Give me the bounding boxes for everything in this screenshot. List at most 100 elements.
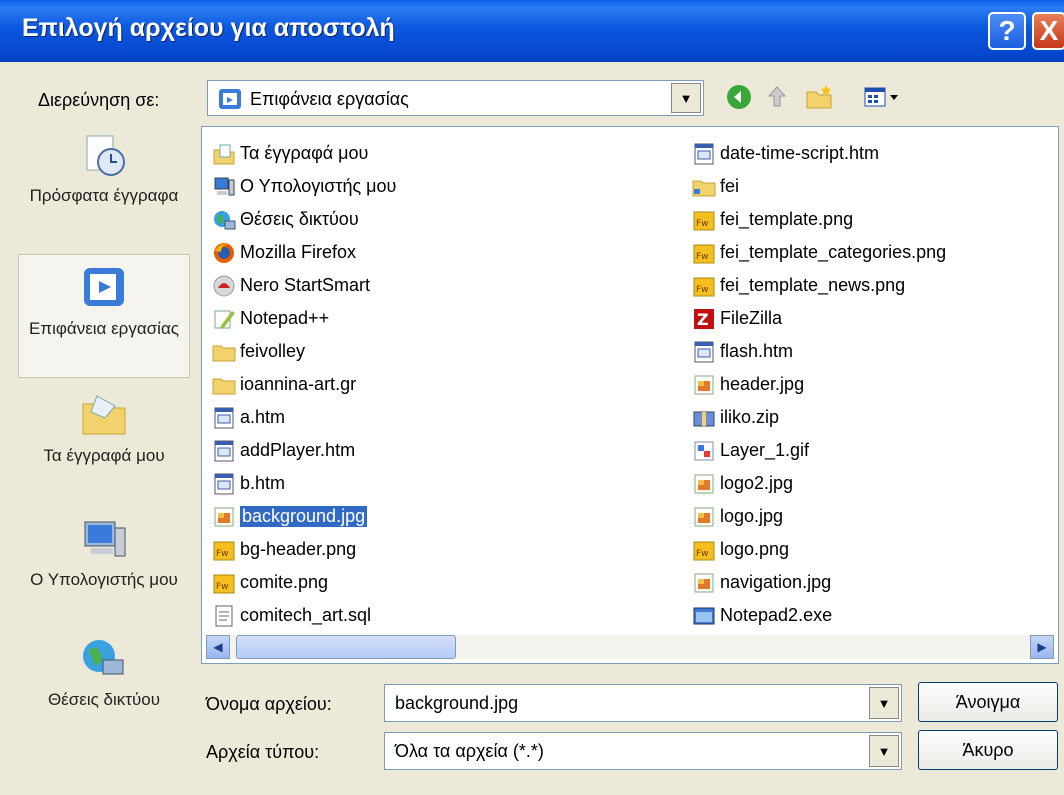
file-item[interactable]: b.htm	[212, 467, 396, 500]
file-name: Nero StartSmart	[240, 275, 371, 295]
file-item[interactable]: navigation.jpg	[692, 566, 946, 599]
file-item[interactable]: flash.htm	[692, 335, 946, 368]
file-item[interactable]: iliko.zip	[692, 401, 946, 434]
firefox-icon	[214, 242, 234, 263]
file-name: comite.png	[240, 572, 329, 592]
lookin-label: Διερεύνηση σε:	[38, 90, 160, 110]
close-button[interactable]: X	[1032, 12, 1064, 50]
file-name: Τα έγγραφά μου	[240, 143, 369, 163]
file-item[interactable]: Fw fei_template.png	[692, 203, 946, 236]
file-item[interactable]: Nero StartSmart	[212, 269, 396, 302]
computer-icon	[84, 521, 126, 557]
jpg-icon	[694, 375, 714, 394]
place-label: Θέσεις δικτύου	[47, 690, 161, 709]
png-icon: Fw	[693, 541, 715, 560]
svg-text:Fw: Fw	[696, 549, 709, 559]
place-label: Τα έγγραφά μου	[43, 446, 165, 465]
new-folder-icon[interactable]	[804, 82, 834, 112]
png-icon: Fw	[693, 211, 715, 230]
sql-icon	[215, 605, 233, 626]
svg-text:Fw: Fw	[696, 285, 709, 295]
places-bar: Πρόσφατα έγγραφα Επιφάνεια εργασίας Τα έ…	[18, 126, 190, 709]
file-item[interactable]: Z FileZilla	[692, 302, 946, 335]
file-item[interactable]: logo.jpg	[692, 500, 946, 533]
file-item[interactable]: fei	[692, 170, 946, 203]
place-my-computer[interactable]: Ο Υπολογιστής μου	[18, 514, 190, 592]
file-column-right: date-time-script.htm fei Fw fei_template.pn…	[692, 137, 946, 632]
place-network[interactable]: Θέσεις δικτύου	[18, 634, 190, 712]
file-item[interactable]: Fw fei_template_categories.png	[692, 236, 946, 269]
file-item[interactable]: Notepad++	[212, 302, 396, 335]
place-my-documents[interactable]: Τα έγγραφά μου	[18, 390, 190, 468]
file-item[interactable]: Fw logo.png	[692, 533, 946, 566]
place-desktop[interactable]: Επιφάνεια εργασίας	[18, 254, 190, 378]
up-folder-icon[interactable]	[762, 82, 792, 112]
file-item[interactable]: logo2.jpg	[692, 467, 946, 500]
open-button[interactable]: Άνοιγμα	[918, 682, 1058, 722]
filetype-value: Όλα τα αρχεία (*.*)	[395, 741, 544, 761]
chevron-down-icon[interactable]: ▼	[869, 687, 899, 719]
place-label: Επιφάνεια εργασίας	[29, 319, 179, 338]
lookin-dropdown[interactable]: Επιφάνεια εργασίας ▼	[207, 80, 704, 116]
filezilla-icon: Z	[694, 308, 714, 329]
file-item[interactable]: Ο Υπολογιστής μου	[212, 170, 396, 203]
file-name: addPlayer.htm	[240, 440, 356, 460]
scroll-thumb[interactable]	[236, 635, 456, 659]
horizontal-scrollbar[interactable]: ◀ ▶	[206, 635, 1054, 659]
view-menu-icon[interactable]	[860, 82, 908, 112]
file-item[interactable]: date-time-script.htm	[692, 137, 946, 170]
help-button[interactable]: ?	[988, 12, 1026, 50]
cancel-button[interactable]: Άκυρο	[918, 730, 1058, 770]
file-item[interactable]: Mozilla Firefox	[212, 236, 396, 269]
back-icon[interactable]	[724, 82, 754, 112]
place-recent[interactable]: Πρόσφατα έγγραφα	[18, 130, 190, 208]
svg-text:Fw: Fw	[696, 252, 709, 262]
chevron-down-icon[interactable]: ▼	[671, 83, 701, 113]
place-label: Ο Υπολογιστής μου	[30, 570, 178, 589]
place-label: Πρόσφατα έγγραφα	[29, 186, 179, 205]
file-item[interactable]: Fw bg-header.png	[212, 533, 396, 566]
file-column-left: Τα έγγραφά μου Ο Υπολογιστής μου Θέσεις δι…	[212, 137, 396, 632]
file-name: Ο Υπολογιστής μου	[240, 176, 397, 196]
exe-icon	[693, 607, 715, 624]
file-name: fei	[720, 176, 740, 196]
title-bar[interactable]: Επιλογή αρχείου για αποστολή ? X	[0, 0, 1064, 62]
file-name: comitech_art.sql	[240, 605, 372, 625]
desktop-icon	[219, 89, 241, 109]
file-item[interactable]: Τα έγγραφά μου	[212, 137, 396, 170]
file-item[interactable]: Fw comite.png	[212, 566, 396, 599]
network-icon	[214, 210, 236, 229]
file-item[interactable]: comitech_art.sql	[212, 599, 396, 632]
htm-icon	[214, 440, 234, 461]
file-name: iliko.zip	[720, 407, 780, 427]
file-name: FileZilla	[720, 308, 783, 328]
file-item[interactable]: Layer_1.gif	[692, 434, 946, 467]
folder-icon	[212, 345, 236, 361]
scroll-right-icon[interactable]: ▶	[1030, 635, 1054, 659]
file-name: background.jpg	[240, 506, 368, 527]
htm-icon	[214, 407, 234, 428]
file-name: a.htm	[240, 407, 286, 427]
nero-icon	[213, 275, 235, 296]
file-list[interactable]: Τα έγγραφά μου Ο Υπολογιστής μου Θέσεις δι…	[201, 126, 1059, 664]
file-item[interactable]: ioannina-art.gr	[212, 368, 396, 401]
network-icon	[83, 640, 124, 675]
file-name: fei_template_categories.png	[720, 242, 947, 262]
file-item[interactable]: addPlayer.htm	[212, 434, 396, 467]
file-item[interactable]: a.htm	[212, 401, 396, 434]
file-item[interactable]: Fw fei_template_news.png	[692, 269, 946, 302]
filetype-dropdown[interactable]: Όλα τα αρχεία (*.*) ▼	[384, 732, 902, 770]
mydocs-icon	[213, 144, 235, 164]
file-name: logo2.jpg	[720, 473, 794, 493]
scroll-left-icon[interactable]: ◀	[206, 635, 230, 659]
htm-icon	[694, 341, 714, 362]
file-name: bg-header.png	[240, 539, 357, 559]
file-item[interactable]: header.jpg	[692, 368, 946, 401]
file-item[interactable]: feivolley	[212, 335, 396, 368]
jpg-icon	[694, 573, 714, 592]
file-item[interactable]: Θέσεις δικτύου	[212, 203, 396, 236]
file-item[interactable]: background.jpg	[212, 500, 396, 533]
filename-field[interactable]: background.jpg ▼	[384, 684, 902, 722]
file-item[interactable]: Notepad2.exe	[692, 599, 946, 632]
chevron-down-icon[interactable]: ▼	[869, 735, 899, 767]
